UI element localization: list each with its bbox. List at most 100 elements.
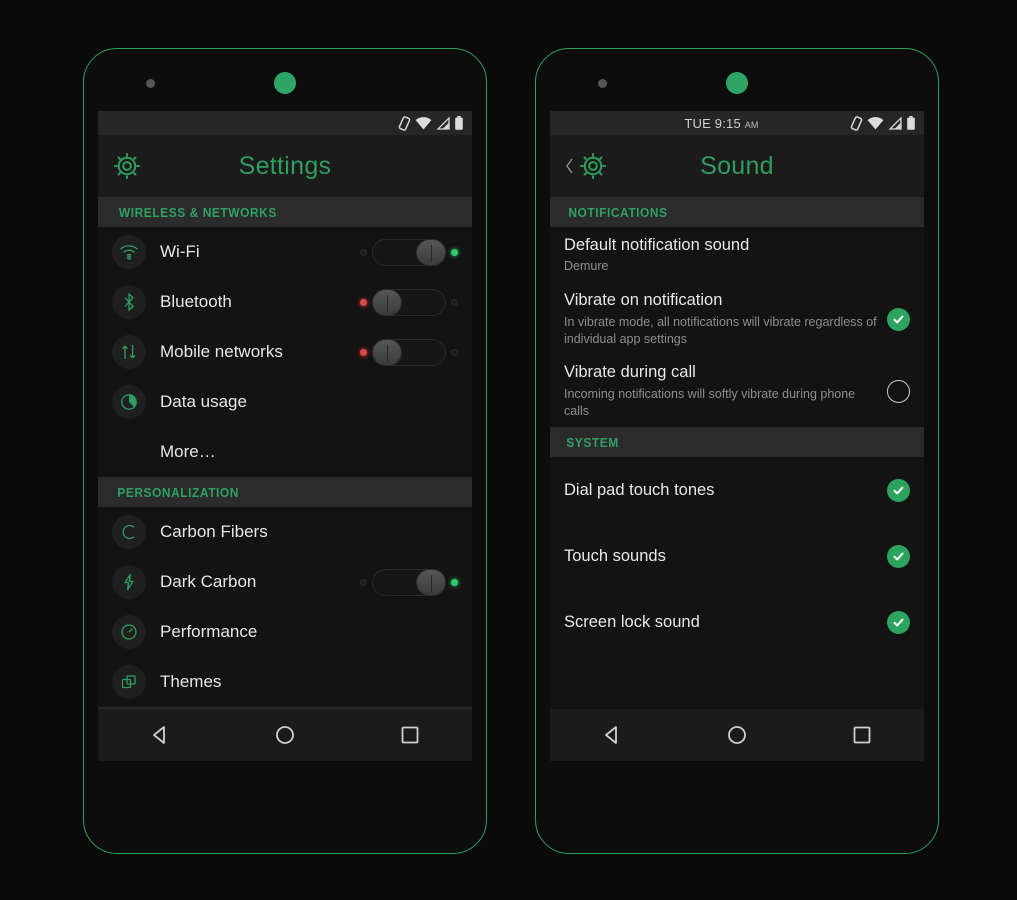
row-more[interactable]: More… bbox=[98, 427, 472, 477]
toggle-track[interactable] bbox=[372, 288, 446, 316]
status-clock: TUE 9:15 AM bbox=[558, 116, 845, 131]
checkbox-touch-sounds[interactable] bbox=[887, 544, 910, 568]
mobile-networks-toggle[interactable] bbox=[360, 338, 458, 366]
back-chevron-icon[interactable] bbox=[564, 156, 575, 176]
row-title: Dial pad touch tones bbox=[564, 480, 715, 499]
row-data-usage[interactable]: Data usage bbox=[98, 377, 472, 427]
row-subtitle: In vibrate mode, all notifications will … bbox=[564, 314, 877, 346]
proximity-sensor-icon bbox=[146, 79, 155, 88]
row-text: Vibrate during call Incoming notificatio… bbox=[564, 362, 887, 419]
row-bluetooth[interactable]: Bluetooth bbox=[98, 277, 472, 327]
checkbox-screen-lock-sound[interactable] bbox=[887, 610, 910, 634]
checkbox-dial-pad-touch-tones[interactable] bbox=[887, 478, 910, 502]
row-label: Mobile networks bbox=[160, 342, 283, 361]
row-text: Dial pad touch tones bbox=[564, 480, 887, 501]
toggle-led-right bbox=[451, 298, 458, 306]
checkbox-vibrate-during-call[interactable] bbox=[887, 379, 910, 403]
action-bar-left[interactable] bbox=[98, 151, 142, 181]
carbon-fibers-badge bbox=[112, 515, 146, 549]
vibrate-icon bbox=[850, 115, 863, 131]
toggle-knob[interactable] bbox=[372, 338, 402, 366]
wifi-icon bbox=[119, 244, 139, 260]
row-default-notification-sound[interactable]: Default notification sound Demure bbox=[550, 227, 924, 283]
row-screen-lock-sound[interactable]: Screen lock sound bbox=[550, 589, 924, 655]
battery-icon bbox=[454, 115, 464, 131]
row-title: Vibrate during call bbox=[564, 363, 696, 382]
recents-icon[interactable] bbox=[397, 722, 423, 748]
vibrate-icon bbox=[398, 115, 411, 131]
performance-badge bbox=[112, 615, 146, 649]
row-vibrate-on-notification[interactable]: Vibrate on notification In vibrate mode,… bbox=[550, 283, 924, 355]
row-themes[interactable]: Themes bbox=[98, 657, 472, 707]
row-performance[interactable]: Performance bbox=[98, 607, 472, 657]
data-usage-badge bbox=[112, 385, 146, 419]
section-header-notifications: NOTIFICATIONS bbox=[550, 197, 924, 227]
row-label: Dark Carbon bbox=[160, 572, 257, 591]
home-icon[interactable] bbox=[272, 722, 298, 748]
layers-icon bbox=[120, 673, 138, 691]
row-label: Bluetooth bbox=[160, 292, 232, 311]
action-bar: Settings bbox=[98, 135, 472, 197]
toggle-led-right bbox=[451, 248, 458, 256]
status-bar bbox=[98, 111, 472, 135]
themes-badge bbox=[112, 665, 146, 699]
toggle-knob[interactable] bbox=[372, 288, 402, 316]
row-subtitle: Incoming notifications will softly vibra… bbox=[564, 386, 856, 418]
home-icon[interactable] bbox=[724, 722, 750, 748]
back-icon[interactable] bbox=[147, 722, 173, 748]
front-camera-icon bbox=[274, 72, 296, 94]
row-title: Touch sounds bbox=[564, 546, 666, 565]
status-icons bbox=[398, 115, 464, 131]
back-icon[interactable] bbox=[599, 722, 625, 748]
row-dark-carbon[interactable]: Dark Carbon bbox=[98, 557, 472, 607]
page-title: Settings bbox=[238, 151, 332, 180]
toggle-track[interactable] bbox=[372, 338, 446, 366]
toggle-led-right bbox=[451, 348, 458, 356]
status-bar: TUE 9:15 AM bbox=[550, 111, 924, 135]
settings-phone: Settings WIRELESS & NETWORKS Wi-Fi Bluet… bbox=[83, 48, 487, 854]
bolt-icon bbox=[121, 573, 137, 591]
system-rows: Dial pad touch tones Touch sounds Screen… bbox=[550, 457, 924, 655]
action-bar-left[interactable] bbox=[550, 151, 608, 181]
row-text: Screen lock sound bbox=[564, 612, 887, 633]
dark-carbon-badge bbox=[112, 565, 146, 599]
navigation-bar bbox=[98, 709, 472, 761]
row-vibrate-during-call[interactable]: Vibrate during call Incoming notificatio… bbox=[550, 355, 924, 427]
row-touch-sounds[interactable]: Touch sounds bbox=[550, 523, 924, 589]
signal-icon bbox=[888, 116, 902, 130]
gear-icon[interactable] bbox=[112, 151, 142, 181]
toggle-led-left bbox=[360, 348, 367, 356]
sound-phone: TUE 9:15 AM Sound NOTIFICATIONS Default … bbox=[535, 48, 939, 854]
battery-icon bbox=[906, 115, 916, 131]
toggle-track[interactable] bbox=[372, 568, 446, 596]
toggle-led-left bbox=[360, 578, 367, 586]
row-label: Wi-Fi bbox=[160, 242, 200, 261]
section-header-wireless: WIRELESS & NETWORKS bbox=[98, 197, 472, 227]
row-wifi[interactable]: Wi-Fi bbox=[98, 227, 472, 277]
wifi-badge bbox=[112, 235, 146, 269]
bluetooth-toggle[interactable] bbox=[360, 288, 458, 316]
toggle-track[interactable] bbox=[372, 238, 446, 266]
row-subtitle: Demure bbox=[564, 259, 609, 274]
row-dial-pad-touch-tones[interactable]: Dial pad touch tones bbox=[550, 457, 924, 523]
notification-rows: Default notification sound Demure Vibrat… bbox=[550, 227, 924, 427]
wifi-icon bbox=[415, 116, 432, 130]
row-label: Data usage bbox=[160, 392, 247, 411]
checkbox-vibrate-on-notification[interactable] bbox=[887, 307, 910, 331]
row-title: Vibrate on notification bbox=[564, 291, 723, 310]
gauge-icon bbox=[120, 623, 138, 641]
wifi-icon bbox=[867, 116, 884, 130]
wifi-toggle[interactable] bbox=[360, 238, 458, 266]
front-camera-icon bbox=[726, 72, 748, 94]
row-carbon-fibers[interactable]: Carbon Fibers bbox=[98, 507, 472, 557]
recents-icon[interactable] bbox=[849, 722, 875, 748]
action-bar: Sound bbox=[550, 135, 924, 197]
personalization-rows: Carbon Fibers Dark Carbon Performance Th… bbox=[98, 507, 472, 707]
toggle-knob[interactable] bbox=[416, 568, 446, 596]
toggle-led-right bbox=[451, 578, 458, 586]
row-mobile-networks[interactable]: Mobile networks bbox=[98, 327, 472, 377]
dark-carbon-toggle[interactable] bbox=[360, 568, 458, 596]
toggle-knob[interactable] bbox=[416, 238, 446, 266]
wireless-rows: Wi-Fi Bluetooth Mobile networks Data usa… bbox=[98, 227, 472, 477]
gear-icon[interactable] bbox=[578, 151, 608, 181]
